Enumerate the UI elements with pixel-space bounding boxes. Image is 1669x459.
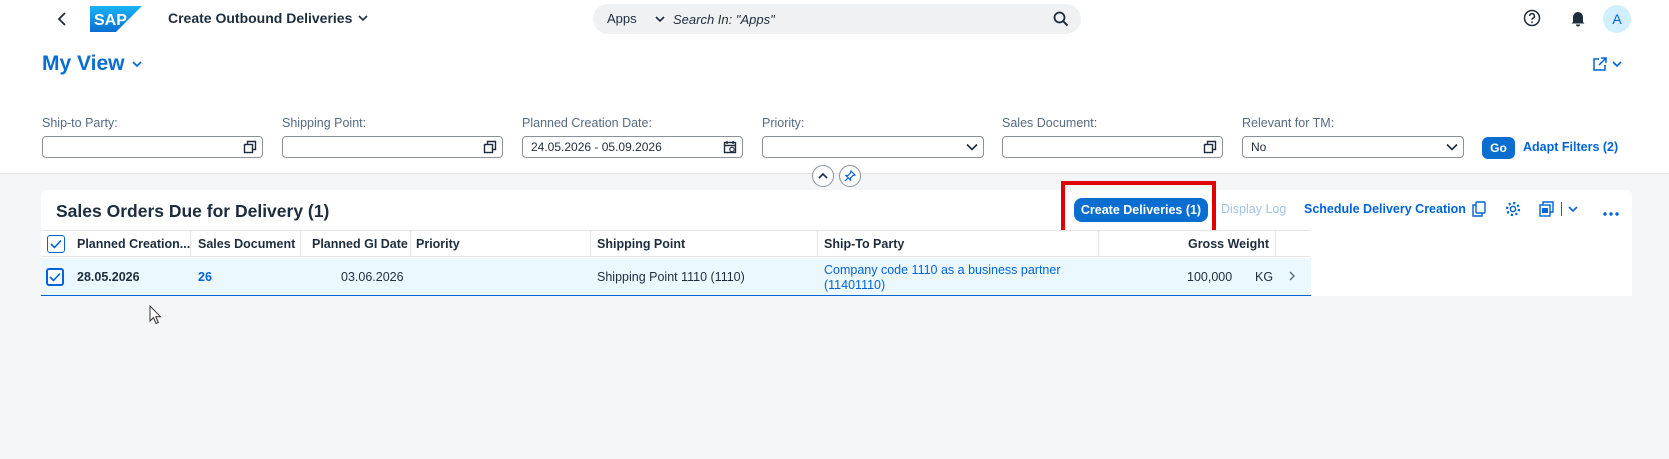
table-title: Sales Orders Due for Delivery (1) bbox=[56, 201, 330, 221]
svg-text:SAP: SAP bbox=[94, 12, 127, 29]
priority-select[interactable] bbox=[762, 136, 984, 158]
cell-planned-creation: 28.05.2026 bbox=[77, 270, 140, 284]
user-avatar[interactable]: A bbox=[1603, 5, 1631, 33]
filter-ship-to-party: Ship-to Party: bbox=[42, 116, 263, 158]
share-icon bbox=[1593, 57, 1607, 71]
chevron-down-icon bbox=[655, 15, 665, 22]
create-deliveries-button[interactable]: Create Deliveries (1) bbox=[1074, 198, 1208, 222]
notifications-bell-icon[interactable] bbox=[1569, 9, 1587, 32]
row-select-checkbox[interactable] bbox=[46, 268, 64, 286]
filter-label: Relevant for TM: bbox=[1242, 116, 1335, 130]
select-all-checkbox[interactable] bbox=[47, 235, 65, 253]
filter-shipping-point: Shipping Point: bbox=[282, 116, 503, 158]
cell-gross-weight: 100,000 bbox=[1187, 270, 1233, 284]
checkmark-icon bbox=[49, 272, 61, 282]
app-title: Create Outbound Deliveries bbox=[168, 10, 353, 26]
chevron-left-icon bbox=[57, 12, 66, 26]
separator-icon bbox=[1561, 202, 1562, 216]
chevron-down-icon bbox=[1568, 206, 1578, 213]
shell-bar: SAP Create Outbound Deliveries Apps A bbox=[0, 0, 1669, 38]
calendar-icon[interactable] bbox=[723, 140, 737, 154]
column-separator bbox=[817, 230, 818, 257]
column-header-ship-to-party[interactable]: Ship-To Party bbox=[824, 237, 904, 251]
planned-creation-date-input[interactable]: 24.05.2026 - 05.09.2026 bbox=[522, 136, 743, 158]
column-header-sales-document[interactable]: Sales Document bbox=[198, 237, 295, 251]
go-button[interactable]: Go bbox=[1482, 137, 1515, 159]
chevron-down-icon bbox=[132, 61, 143, 68]
chevron-down-icon bbox=[1612, 61, 1622, 68]
table-row[interactable]: 28.05.2026 26 03.06.2026 Shipping Point … bbox=[41, 258, 1311, 296]
cell-weight-unit: KG bbox=[1255, 270, 1274, 284]
checkmark-icon bbox=[50, 239, 62, 249]
collapse-header-button[interactable] bbox=[812, 165, 834, 187]
export-icon bbox=[1539, 201, 1554, 217]
chevron-down-icon[interactable] bbox=[1446, 142, 1458, 152]
export-menu-button[interactable] bbox=[1539, 201, 1578, 217]
variant-management[interactable]: My View bbox=[42, 52, 143, 76]
filter-priority: Priority: bbox=[762, 116, 984, 158]
column-header-priority[interactable]: Priority bbox=[416, 237, 460, 251]
filter-relevant-for-tm: Relevant for TM: No bbox=[1242, 116, 1464, 158]
more-overflow-icon[interactable] bbox=[1603, 204, 1619, 222]
variant-title: My View bbox=[42, 52, 125, 75]
shipping-point-input[interactable] bbox=[282, 136, 503, 158]
cell-planned-gi-date: 03.06.2026 bbox=[341, 270, 404, 284]
adapt-filters-button[interactable]: Adapt Filters (2) bbox=[1523, 140, 1618, 154]
value-help-icon[interactable] bbox=[1203, 140, 1217, 154]
mouse-cursor-icon bbox=[149, 305, 162, 325]
ship-to-party-input[interactable] bbox=[42, 136, 263, 158]
sap-logo[interactable]: SAP bbox=[90, 6, 142, 32]
filter-label: Sales Document: bbox=[1002, 116, 1098, 130]
column-separator bbox=[1098, 230, 1099, 257]
copy-icon[interactable] bbox=[1472, 201, 1486, 222]
settings-gear-icon[interactable] bbox=[1505, 201, 1521, 222]
back-button[interactable] bbox=[52, 9, 72, 29]
column-separator bbox=[300, 230, 301, 257]
pin-icon bbox=[844, 170, 856, 182]
filter-label: Shipping Point: bbox=[282, 116, 367, 130]
filter-label: Ship-to Party: bbox=[42, 116, 118, 130]
column-header-planned-creation[interactable]: Planned Creation... bbox=[77, 237, 190, 251]
schedule-delivery-creation-button[interactable]: Schedule Delivery Creation bbox=[1304, 202, 1466, 216]
filter-sales-document: Sales Document: bbox=[1002, 116, 1223, 158]
column-separator bbox=[590, 230, 591, 257]
chevron-up-icon bbox=[818, 172, 828, 179]
filter-planned-creation-date: Planned Creation Date: 24.05.2026 - 05.0… bbox=[522, 116, 743, 158]
column-header-gross-weight[interactable]: Gross Weight bbox=[1188, 237, 1269, 251]
filter-value: No bbox=[1251, 140, 1267, 154]
pin-header-button[interactable] bbox=[839, 165, 861, 187]
sales-document-input[interactable] bbox=[1002, 136, 1223, 158]
search-input[interactable] bbox=[673, 8, 1033, 30]
search-scope-select[interactable]: Apps bbox=[607, 11, 665, 26]
column-separator bbox=[190, 230, 191, 257]
search-icon[interactable] bbox=[1053, 11, 1069, 32]
cell-shipping-point: Shipping Point 1110 (1110) bbox=[597, 270, 745, 284]
column-separator bbox=[410, 230, 411, 257]
filter-label: Priority: bbox=[762, 116, 805, 130]
cell-ship-to-party-link[interactable]: Company code 1110 as a business partner bbox=[824, 263, 1061, 277]
row-navigation-chevron-icon[interactable] bbox=[1288, 270, 1296, 285]
cell-ship-to-party-id[interactable]: (11401110) bbox=[824, 278, 885, 292]
column-header-shipping-point[interactable]: Shipping Point bbox=[597, 237, 685, 251]
filter-value: 24.05.2026 - 05.09.2026 bbox=[531, 140, 662, 154]
table-header-row: Planned Creation... Sales Document Plann… bbox=[41, 230, 1311, 257]
relevant-for-tm-select[interactable]: No bbox=[1242, 136, 1464, 158]
app-title-menu[interactable]: Create Outbound Deliveries bbox=[168, 10, 368, 26]
share-button[interactable] bbox=[1592, 56, 1622, 72]
filter-label: Planned Creation Date: bbox=[522, 116, 652, 130]
chevron-down-icon bbox=[358, 15, 368, 22]
search-scope-label: Apps bbox=[607, 11, 637, 26]
help-icon[interactable] bbox=[1523, 9, 1541, 32]
display-log-button[interactable]: Display Log bbox=[1221, 202, 1286, 216]
page-header: My View Ship-to Party: Shipping Point: P… bbox=[0, 38, 1669, 174]
cell-sales-document-link[interactable]: 26 bbox=[198, 270, 212, 284]
search-bar: Apps bbox=[593, 4, 1081, 34]
value-help-icon[interactable] bbox=[243, 140, 257, 154]
value-help-icon[interactable] bbox=[483, 140, 497, 154]
column-separator bbox=[1275, 230, 1276, 257]
chevron-down-icon[interactable] bbox=[966, 142, 978, 152]
column-header-planned-gi-date[interactable]: Planned GI Date bbox=[312, 237, 408, 251]
